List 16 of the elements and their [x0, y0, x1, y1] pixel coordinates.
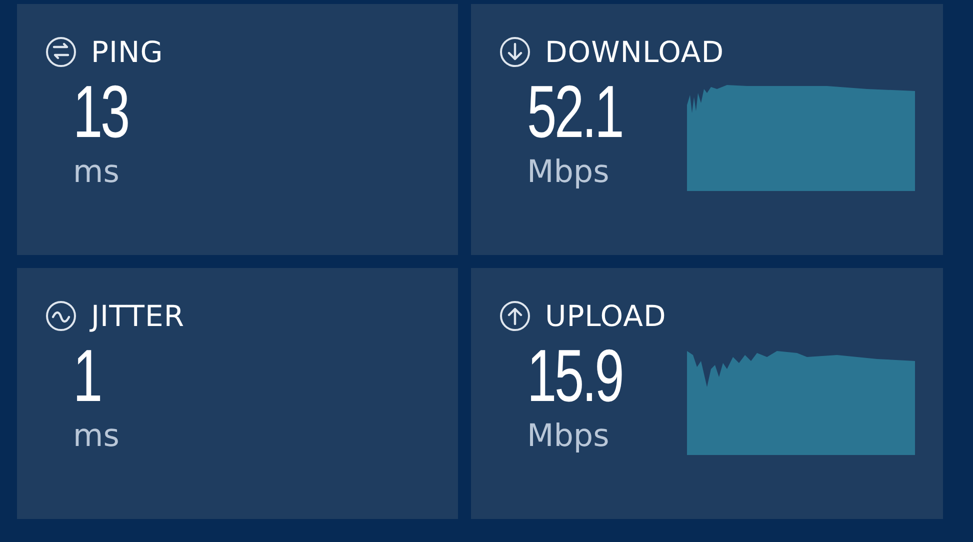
metric-label: PING	[91, 34, 164, 70]
metric-value: 52.1	[526, 70, 622, 154]
metric-unit: Mbps	[526, 153, 610, 192]
metric-value: 1	[73, 334, 100, 418]
arrows-icon	[45, 36, 77, 68]
metric-label: JITTER	[91, 298, 184, 334]
download-icon	[498, 36, 531, 68]
upload-icon	[498, 300, 531, 332]
metric-unit: ms	[73, 153, 120, 192]
metric-unit: ms	[73, 417, 120, 456]
metric-unit: Mbps	[526, 417, 610, 456]
metric-value: 15.9	[526, 334, 622, 418]
wave-icon	[45, 300, 77, 332]
metric-value: 13	[73, 70, 128, 154]
metric-label: DOWNLOAD	[544, 34, 724, 70]
metric-label: UPLOAD	[544, 298, 666, 334]
